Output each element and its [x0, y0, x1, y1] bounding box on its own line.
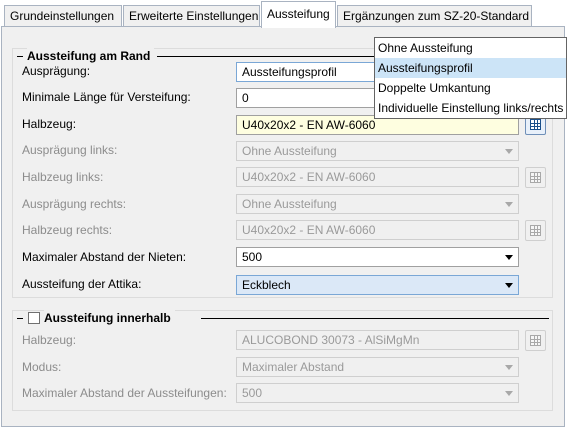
auspraegung-rechts-value: Ohne Aussteifung	[242, 197, 337, 211]
dropdown-option[interactable]: Ohne Aussteifung	[375, 38, 566, 58]
attika-value: Eckblech	[242, 278, 291, 292]
auspraegung-links-select[interactable]: Ohne Aussteifung	[236, 141, 519, 161]
tab-aussteifung[interactable]: Aussteifung	[261, 1, 336, 28]
modus-value: Maximaler Abstand	[242, 360, 345, 374]
label-halbzeug-rechts: Halbzeug rechts:	[22, 223, 113, 237]
halbzeug-innerhalb-browse-button[interactable]	[525, 330, 546, 351]
chevron-down-icon	[505, 391, 513, 396]
max-abstand-nieten-combo[interactable]: 500	[236, 247, 519, 267]
label-halbzeug: Halbzeug:	[22, 117, 77, 131]
label-halbzeug-links: Halbzeug links:	[22, 170, 104, 184]
legend-divider	[201, 318, 549, 319]
chevron-down-icon	[505, 283, 513, 288]
label-min-laenge: Minimale Länge für Versteifung:	[22, 90, 191, 104]
group-title: Aussteifung am Rand	[27, 48, 155, 64]
label-auspraegung: Ausprägung:	[22, 64, 91, 78]
label-max-abstand-nieten: Maximaler Abstand der Nieten:	[22, 250, 187, 264]
dropdown-option[interactable]: Individuelle Einstellung links/rechts	[375, 98, 566, 118]
halbzeug-rechts-field[interactable]: U40x20x2 - EN AW-6060	[236, 220, 519, 240]
modus-select[interactable]: Maximaler Abstand	[236, 357, 519, 377]
chevron-down-icon	[505, 202, 513, 207]
dropdown-option[interactable]: Doppelte Umkantung	[375, 78, 566, 98]
table-grid-icon	[530, 172, 541, 183]
max-abstand-aussteifungen-combo[interactable]: 500	[236, 383, 519, 403]
label-modus: Modus:	[22, 360, 62, 374]
tab-erweiterte-einstellungen[interactable]: Erweiterte Einstellungen	[123, 5, 260, 26]
chevron-down-icon	[505, 149, 513, 154]
table-grid-icon	[530, 335, 541, 346]
auspraegung-value: Aussteifungsprofil	[242, 65, 337, 79]
label-auspraegung-links: Ausprägung links:	[22, 143, 118, 157]
attika-select[interactable]: Eckblech	[236, 275, 519, 295]
table-grid-icon	[530, 225, 541, 236]
max-abstand-aussteifungen-value: 500	[242, 386, 263, 400]
label-halbzeug-innerhalb: Halbzeug:	[22, 333, 77, 347]
innerhalb-checkbox[interactable]	[28, 312, 40, 324]
halbzeug-innerhalb-field[interactable]: ALUCOBOND 30073 - AlSiMgMn	[236, 330, 519, 350]
tab-ergaenzungen[interactable]: Ergänzungen zum SZ-20-Standard	[337, 5, 532, 26]
dropdown-option-selected[interactable]: Aussteifungsprofil	[375, 58, 566, 78]
tab-bar: Grundeinstellungen Erweiterte Einstellun…	[0, 0, 567, 28]
collapse-icon-minus	[17, 318, 23, 319]
auspraegung-dropdown-list: Ohne Aussteifung Aussteifungsprofil Dopp…	[374, 37, 567, 119]
label-auspraegung-rechts: Ausprägung rechts:	[22, 197, 127, 211]
auspraegung-links-value: Ohne Aussteifung	[242, 144, 337, 158]
group-title-innerhalb: Aussteifung innerhalb	[44, 310, 175, 326]
tab-grundeinstellungen[interactable]: Grundeinstellungen	[4, 5, 122, 26]
halbzeug-links-browse-button[interactable]	[525, 167, 546, 188]
label-attika: Aussteifung der Attika:	[22, 277, 142, 291]
chevron-down-icon	[505, 365, 513, 370]
auspraegung-rechts-select[interactable]: Ohne Aussteifung	[236, 194, 519, 214]
chevron-down-icon	[505, 255, 513, 260]
halbzeug-rechts-browse-button[interactable]	[525, 220, 546, 241]
table-grid-icon	[530, 119, 541, 130]
collapse-icon-minus	[17, 56, 23, 57]
label-max-abstand-aussteifungen: Maximaler Abstand der Aussteifungen:	[22, 386, 227, 400]
max-abstand-nieten-value: 500	[242, 250, 263, 264]
halbzeug-links-field[interactable]: U40x20x2 - EN AW-6060	[236, 167, 519, 187]
